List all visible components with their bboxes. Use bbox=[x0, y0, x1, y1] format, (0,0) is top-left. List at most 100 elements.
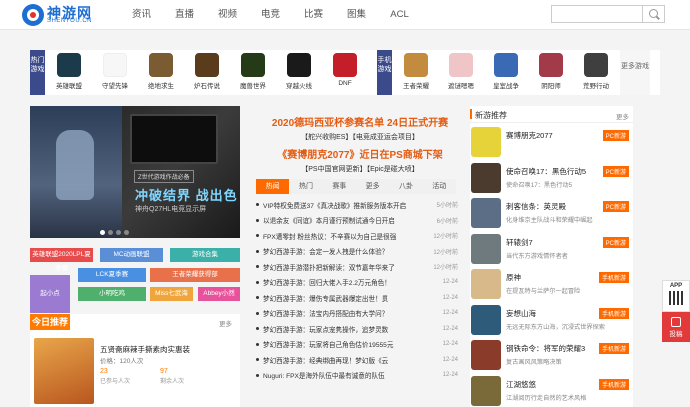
news-title[interactable]: 梦幻西游手游：会定一发人拽是什么体验？ bbox=[263, 246, 429, 256]
hero-banner[interactable]: Z世代游戏作战必备 冲破结界 战出色 神舟Q27HL电竞显示屏 bbox=[30, 106, 240, 238]
submit-button[interactable]: 投稿 bbox=[662, 312, 690, 342]
promo-image[interactable] bbox=[34, 338, 94, 404]
new-game-item[interactable]: 钢铁命令：将军的荣耀3 复古画风风策略决策 手机新游 bbox=[470, 339, 633, 371]
headline-title[interactable]: 《赛博朋克2077》近日在PS商城下架 bbox=[262, 146, 458, 161]
nav-item-news[interactable]: 资讯 bbox=[120, 0, 163, 30]
news-title[interactable]: 梦幻西游手游：玩家点宠隽操作，追梦灵数 bbox=[263, 324, 429, 334]
game-name[interactable]: 原神 bbox=[506, 272, 521, 283]
new-game-item[interactable]: 使命召唤17：黑色行动5 使命召唤17：黑色行动5 PC新游 bbox=[470, 162, 633, 194]
news-item[interactable]: 梦幻西游手游潜扑把新解读：双节嘉年华来了 12小时前 bbox=[256, 259, 460, 275]
tab-gossip[interactable]: 八卦 bbox=[389, 179, 422, 194]
new-game-item[interactable]: 江湖悠悠 江湖阅历行走自然的艺术风格 手机新游 bbox=[470, 375, 633, 407]
topic-tag[interactable]: 游戏合集 bbox=[170, 248, 240, 262]
banner-dot[interactable] bbox=[108, 230, 113, 235]
topic-tag[interactable]: 起小点 bbox=[30, 275, 70, 313]
news-item[interactable]: VIP特权免费送37《真决战歌》推新服务版本开启 5小时前 bbox=[256, 197, 460, 213]
game-tile[interactable]: 绝地求生 bbox=[143, 53, 179, 90]
game-tile[interactable]: 王者荣耀 bbox=[398, 53, 434, 90]
news-item[interactable]: 梦幻西游手游：会定一发人拽是什么体验？ 12小时前 bbox=[256, 244, 460, 260]
game-name[interactable]: 赛博朋克2077 bbox=[506, 130, 553, 141]
search-icon[interactable] bbox=[643, 5, 665, 23]
new-game-item[interactable]: 赛博朋克2077 PC新游 bbox=[470, 126, 633, 158]
nav-item-matches[interactable]: 比赛 bbox=[292, 0, 335, 30]
new-game-item[interactable]: 轩辕剑7 当代东方游戏情怀者者 PC新游 bbox=[470, 233, 633, 265]
topic-tag[interactable]: 英雄联盟2020LPL夏季赛 bbox=[30, 248, 93, 272]
news-title[interactable]: FPX遭零封 粉丝热议：不辛赛以为自己是很强 bbox=[263, 231, 429, 241]
game-thumbnail[interactable] bbox=[471, 127, 501, 157]
game-tile[interactable]: 穿越火线 bbox=[281, 53, 317, 90]
news-title[interactable]: 梦幻西游手游：回归大佬入手2.2万元角色！ bbox=[263, 277, 429, 287]
news-title[interactable]: 梦幻西游手游：经典绑曲再现！梦幻版《云 bbox=[263, 355, 429, 365]
game-thumbnail[interactable] bbox=[471, 375, 501, 406]
game-tile[interactable]: 英雄联盟 bbox=[51, 53, 87, 90]
game-thumbnail[interactable] bbox=[471, 233, 501, 264]
news-item[interactable]: 梦幻西游手游：爆伤专属武器爆定出世！贯 12-24 bbox=[256, 290, 460, 306]
news-title[interactable]: 梦幻西游手游：法宝内丹搭配由有大学问？ bbox=[263, 308, 429, 318]
game-name[interactable]: 使命召唤17：黑色行动5 bbox=[506, 166, 586, 177]
game-tile[interactable]: 遮谜嗯嗯 bbox=[443, 53, 479, 90]
news-item[interactable]: 梦幻西游手游：经典绑曲再现！梦幻版《云 12-24 bbox=[256, 352, 460, 368]
news-title[interactable]: 以退余友《同谊》本月谨行预制试通今日开启 bbox=[263, 215, 429, 225]
game-name[interactable]: 钢铁命令：将军的荣耀3 bbox=[506, 343, 585, 354]
tab-hot-news[interactable]: 热闻 bbox=[256, 179, 290, 194]
topic-tag[interactable]: Miss七武海 bbox=[150, 287, 193, 301]
promo-title[interactable]: 五贤斋麻辣手撕素肉实惠装 bbox=[100, 344, 190, 355]
new-game-item[interactable]: 妄想山海 无远无际东方山海，沉浸式世界探索 手机新游 bbox=[470, 304, 633, 336]
game-tile[interactable]: DNF bbox=[327, 53, 363, 87]
game-tile[interactable]: 荒野行动 bbox=[578, 53, 614, 90]
news-title[interactable]: 梦幻西游手游：爆伤专属武器爆定出世！贯 bbox=[263, 293, 429, 303]
topic-tag[interactable]: MC动画联盟 bbox=[100, 248, 163, 262]
new-game-item[interactable]: 刺客信条：英灵殿 化身维京主队战斗和荣耀中崛起 PC新游 bbox=[470, 197, 633, 229]
site-logo[interactable]: 神游网 SHENYOU.CN bbox=[22, 3, 107, 27]
game-thumbnail[interactable] bbox=[471, 269, 501, 299]
tab-activities[interactable]: 活动 bbox=[423, 179, 456, 194]
topic-tag[interactable]: Abbey小然 bbox=[198, 287, 240, 301]
game-tile[interactable]: 守望先锋 bbox=[97, 53, 133, 90]
news-title[interactable]: 梦幻西游手游潜扑把新解读：双节嘉年华来了 bbox=[263, 262, 429, 272]
promo-more-link[interactable]: 更多 bbox=[219, 318, 232, 328]
game-thumbnail[interactable] bbox=[471, 162, 501, 193]
game-name[interactable]: 轩辕剑7 bbox=[506, 237, 533, 248]
news-item[interactable]: 梦幻西游手游：玩家点宠隽操作，追梦灵数 12-24 bbox=[256, 321, 460, 337]
game-thumbnail[interactable] bbox=[471, 198, 501, 228]
new-game-item[interactable]: 原神 在提瓦特与兰萨尔一起冒险 手机新游 bbox=[470, 268, 633, 300]
banner-dot[interactable] bbox=[100, 230, 105, 235]
tab-more[interactable]: 更多 bbox=[356, 179, 389, 194]
game-name[interactable]: 妄想山海 bbox=[506, 308, 536, 319]
game-tile[interactable]: 炉石传说 bbox=[189, 53, 225, 90]
game-thumbnail[interactable] bbox=[471, 304, 501, 335]
more-games-button[interactable]: 更多游戏 bbox=[620, 50, 650, 95]
news-item[interactable]: 梦幻西游手游：玩家将自己角色估价19555元 12-24 bbox=[256, 337, 460, 353]
game-name[interactable]: 刺客信条：英灵殿 bbox=[506, 201, 566, 212]
news-item[interactable]: 梦幻西游手游：法宝内丹搭配由有大学问？ 12-24 bbox=[256, 306, 460, 322]
headline-subtitle[interactable]: 【PS中国官网更新】【Epic是碰大喷】 bbox=[262, 164, 458, 174]
banner-dot[interactable] bbox=[124, 230, 129, 235]
tab-events[interactable]: 赛事 bbox=[323, 179, 356, 194]
headline-subtitle[interactable]: 【舵兴收购ES】【电竞成亚运会项目】 bbox=[262, 132, 458, 142]
news-item[interactable]: FPX遭零封 粉丝热议：不辛赛以为自己是很强 12小时前 bbox=[256, 228, 460, 244]
app-qr-widget[interactable]: APP bbox=[662, 280, 690, 312]
game-tile[interactable]: 魔兽世界 bbox=[235, 53, 271, 90]
topic-tag[interactable]: 小明吃鸡 bbox=[78, 287, 146, 301]
tab-popular[interactable]: 热门 bbox=[289, 179, 322, 194]
news-item[interactable]: 梦幻西游手游：回归大佬入手2.2万元角色！ 12-24 bbox=[256, 275, 460, 291]
game-name[interactable]: 江湖悠悠 bbox=[506, 379, 536, 390]
game-tile[interactable]: 阴阳师 bbox=[533, 53, 569, 90]
nav-item-esports[interactable]: 电竞 bbox=[249, 0, 292, 30]
nav-item-video[interactable]: 视频 bbox=[206, 0, 249, 30]
news-title[interactable]: Nuguri: FPX是海外队伍中最有诚意的队伍 bbox=[263, 370, 429, 380]
search-input[interactable] bbox=[551, 5, 643, 23]
game-thumbnail[interactable] bbox=[471, 340, 501, 370]
news-item[interactable]: 以退余友《同谊》本月谨行预制试通今日开启 6小时前 bbox=[256, 213, 460, 229]
nav-item-live[interactable]: 直播 bbox=[163, 0, 206, 30]
topic-tag[interactable]: 王者荣耀获得部 bbox=[150, 268, 240, 282]
banner-dot[interactable] bbox=[116, 230, 121, 235]
game-tile[interactable]: 皇室战争 bbox=[488, 53, 524, 90]
headline-title[interactable]: 2020德玛西亚杯参赛名单 24日正式开赛 bbox=[262, 114, 458, 129]
nav-item-acl[interactable]: ACL bbox=[378, 0, 421, 30]
topic-tag[interactable]: LCK夏季赛 bbox=[78, 268, 146, 282]
nav-item-gallery[interactable]: 图集 bbox=[335, 0, 378, 30]
news-item[interactable]: Nuguri: FPX是海外队伍中最有诚意的队伍 12-24 bbox=[256, 368, 460, 384]
news-title[interactable]: VIP特权免费送37《真决战歌》推新服务版本开启 bbox=[263, 200, 429, 210]
new-games-more-link[interactable]: 更多 bbox=[616, 111, 629, 121]
